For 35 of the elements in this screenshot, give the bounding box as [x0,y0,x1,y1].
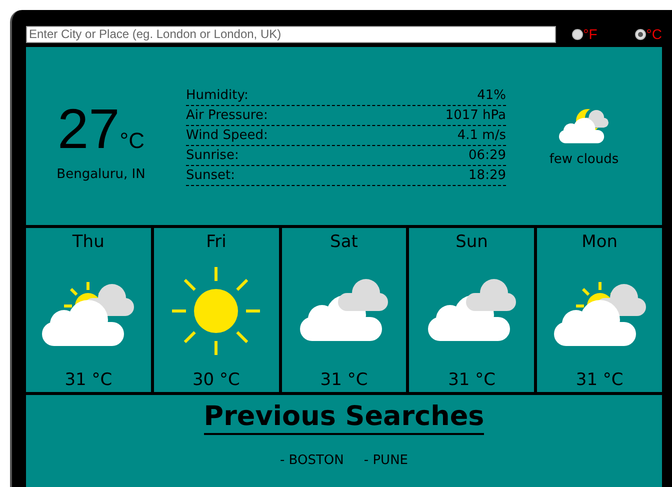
sun-icon [170,265,262,357]
forecast-temperature: 31 °C [320,370,368,390]
previous-search-link[interactable]: - PUNE [364,453,408,468]
clouds-icon [298,279,390,343]
unit-radio[interactable] [635,28,646,40]
temperature: 27 [58,100,120,156]
detail-value: 06:29 [468,147,506,165]
unit-label[interactable]: °C [646,26,662,42]
forecast-temperature: 31 °C [576,370,624,390]
unit-label[interactable]: °F [583,26,598,42]
detail-label: Sunrise: [186,147,239,165]
detail-value: 41% [477,87,506,105]
unit-radio[interactable] [572,28,584,40]
forecast-day: Fri [206,232,226,252]
location: Bengaluru, IN [56,166,146,182]
forecast-day: Thu [72,232,104,252]
detail-value: 1017 hPa [445,107,506,125]
weather-description: few clouds [549,152,619,166]
forecast-temperature: 30 °C [192,370,240,390]
forecast-day: Sun [456,232,488,252]
detail-label: Humidity: [186,87,248,105]
forecast-day: Sat [330,232,358,252]
search-field[interactable]: Enter City or Place (eg. London or London, UK) [26,26,556,42]
forecast-day: Mon [582,232,618,252]
forecast-temperature: 31 °C [64,370,112,390]
detail-label: Sunset: [186,167,235,185]
previous-search-link[interactable]: - BOSTON [280,453,344,468]
detail-label: Wind Speed: [186,127,268,145]
forecast-temperature: 31 °C [448,370,496,390]
detail-value: 18:29 [468,167,506,185]
detail-label: Air Pressure: [186,107,268,125]
temperature-unit: °C [120,128,144,154]
detail-value: 4.1 m/s [457,127,506,145]
clouds-icon [426,279,518,343]
previous-searches-title: Previous Searches [204,401,484,435]
